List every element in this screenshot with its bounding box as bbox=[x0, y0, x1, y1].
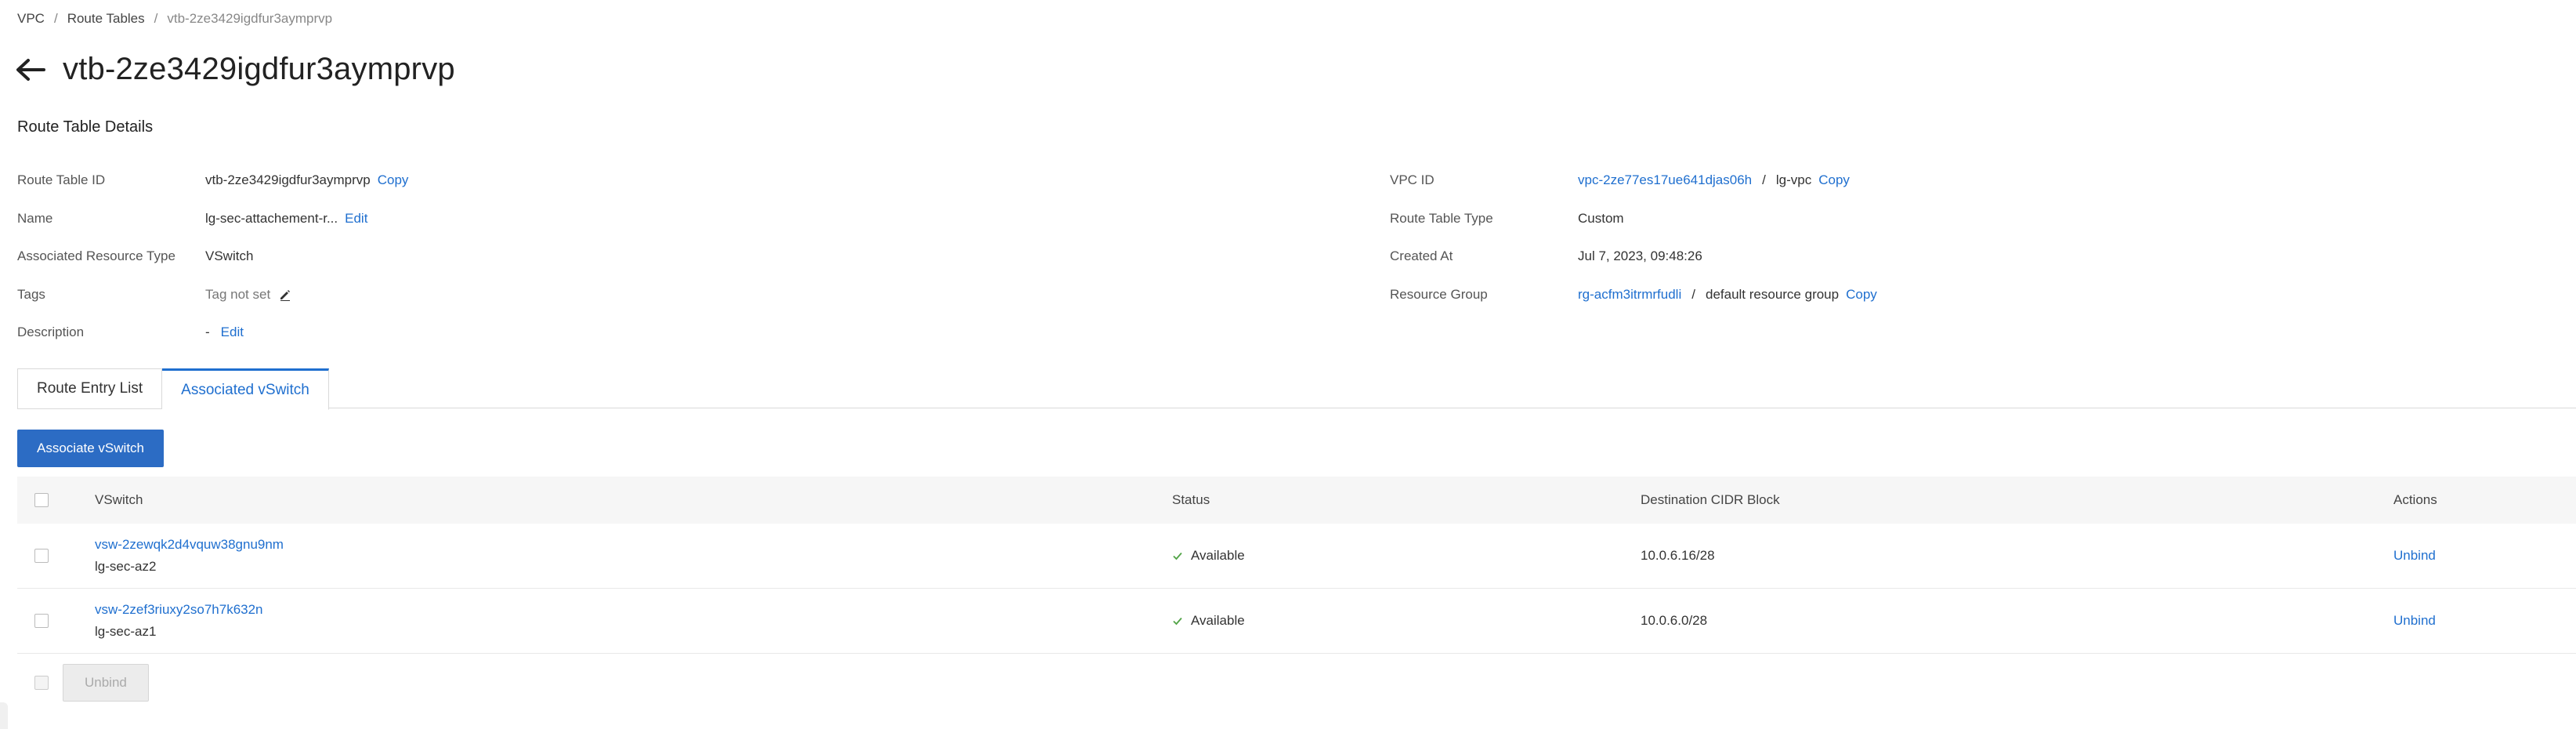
table-header: VSwitch Status Destination CIDR Block Ac… bbox=[17, 477, 2576, 524]
detail-label: Name bbox=[17, 210, 53, 226]
separator: / bbox=[1691, 286, 1695, 302]
tab-associated-vswitch[interactable]: Associated vSwitch bbox=[162, 368, 329, 410]
detail-vpc-id: VPC ID vpc-2ze77es17ue641djas06h / lg-vp… bbox=[1390, 161, 1877, 200]
sidebar-toggle-handle[interactable] bbox=[0, 702, 8, 729]
breadcrumb-vpc[interactable]: VPC bbox=[17, 11, 45, 27]
vpc-id-link[interactable]: vpc-2ze77es17ue641djas06h bbox=[1578, 172, 1752, 188]
detail-name: Name lg-sec-attachement-r... Edit bbox=[17, 200, 408, 238]
row-checkbox[interactable] bbox=[34, 614, 49, 628]
tab-bar: Route Entry List Associated vSwitch bbox=[17, 368, 329, 410]
detail-label: Description bbox=[17, 325, 85, 340]
unbind-link[interactable]: Unbind bbox=[2393, 548, 2436, 564]
detail-label: Created At bbox=[1390, 248, 1453, 264]
resource-group-name: default resource group bbox=[1705, 286, 1840, 302]
description-value: - bbox=[205, 325, 210, 340]
name-value: lg-sec-attachement-r... bbox=[205, 210, 338, 226]
cidr-value: 10.0.6.16/28 bbox=[1641, 548, 1715, 563]
vswitch-id-link[interactable]: vsw-2zewqk2d4vquw38gnu9nm bbox=[95, 537, 284, 553]
check-icon bbox=[1172, 615, 1183, 626]
edit-name-button[interactable]: Edit bbox=[345, 211, 367, 227]
vswitch-name: lg-sec-az1 bbox=[95, 624, 157, 639]
copy-vpc-id-button[interactable]: Copy bbox=[1818, 172, 1850, 188]
resource-group-link[interactable]: rg-acfm3itrmrfudli bbox=[1578, 287, 1681, 303]
tags-value: Tag not set bbox=[205, 286, 271, 302]
detail-resource-group: Resource Group rg-acfm3itrmrfudli / defa… bbox=[1390, 276, 1877, 314]
table-row: vsw-2zewqk2d4vquw38gnu9nm lg-sec-az2 Ava… bbox=[17, 524, 2576, 589]
breadcrumb-separator: / bbox=[154, 11, 158, 26]
details-left: Route Table ID vtb-2ze3429igdfur3aymprvp… bbox=[17, 161, 408, 352]
column-header-status: Status bbox=[1172, 492, 1210, 507]
detail-created-at: Created At Jul 7, 2023, 09:48:26 bbox=[1390, 238, 1877, 276]
detail-label: Associated Resource Type bbox=[17, 248, 175, 264]
vswitch-table: VSwitch Status Destination CIDR Block Ac… bbox=[17, 477, 2576, 654]
vpc-name: lg-vpc bbox=[1775, 172, 1812, 188]
table-footer: Unbind bbox=[17, 663, 149, 702]
separator: / bbox=[1762, 172, 1766, 188]
detail-route-table-type: Route Table Type Custom bbox=[1390, 200, 1877, 238]
status-cell: Available bbox=[1172, 613, 1245, 629]
copy-route-table-id-button[interactable]: Copy bbox=[378, 172, 409, 188]
status-text: Available bbox=[1191, 548, 1245, 563]
vswitch-id-link[interactable]: vsw-2zef3riuxy2so7h7k632n bbox=[95, 602, 263, 618]
title-row: vtb-2ze3429igdfur3aymprvp bbox=[16, 52, 455, 87]
footer-select-checkbox[interactable] bbox=[34, 676, 49, 690]
associate-vswitch-button[interactable]: Associate vSwitch bbox=[17, 430, 164, 467]
status-text: Available bbox=[1191, 613, 1245, 628]
breadcrumb-route-tables[interactable]: Route Tables bbox=[67, 11, 145, 27]
detail-label: Route Table ID bbox=[17, 172, 106, 188]
detail-route-table-id: Route Table ID vtb-2ze3429igdfur3aymprvp… bbox=[17, 161, 408, 200]
detail-label: Resource Group bbox=[1390, 286, 1488, 302]
vswitch-name: lg-sec-az2 bbox=[95, 559, 157, 574]
column-header-cidr: Destination CIDR Block bbox=[1641, 492, 1780, 507]
column-header-actions: Actions bbox=[2393, 492, 2437, 507]
resource-type-value: VSwitch bbox=[205, 248, 254, 264]
column-header-vswitch: VSwitch bbox=[95, 492, 143, 507]
details-right: VPC ID vpc-2ze77es17ue641djas06h / lg-vp… bbox=[1390, 161, 1877, 314]
pencil-icon[interactable] bbox=[278, 288, 292, 302]
breadcrumb-separator: / bbox=[53, 11, 58, 26]
section-title: Route Table Details bbox=[17, 118, 154, 136]
cidr-value: 10.0.6.0/28 bbox=[1641, 613, 1708, 628]
detail-label: VPC ID bbox=[1390, 172, 1435, 188]
breadcrumb-current: vtb-2ze3429igdfur3aymprvp bbox=[167, 11, 333, 26]
check-icon bbox=[1172, 550, 1183, 561]
created-at-value: Jul 7, 2023, 09:48:26 bbox=[1578, 248, 1702, 264]
page-title: vtb-2ze3429igdfur3aymprvp bbox=[63, 52, 455, 86]
detail-label: Tags bbox=[17, 286, 45, 302]
batch-unbind-button[interactable]: Unbind bbox=[63, 664, 149, 702]
breadcrumb: VPC / Route Tables / vtb-2ze3429igdfur3a… bbox=[17, 11, 332, 27]
status-cell: Available bbox=[1172, 548, 1245, 564]
detail-description: Description - Edit bbox=[17, 314, 408, 352]
unbind-link[interactable]: Unbind bbox=[2393, 613, 2436, 629]
detail-resource-type: Associated Resource Type VSwitch bbox=[17, 238, 408, 276]
row-checkbox[interactable] bbox=[34, 549, 49, 563]
route-table-type-value: Custom bbox=[1578, 210, 1624, 226]
route-table-detail-page: VPC / Route Tables / vtb-2ze3429igdfur3a… bbox=[0, 0, 2576, 729]
arrow-left-icon[interactable] bbox=[16, 54, 47, 85]
table-row: vsw-2zef3riuxy2so7h7k632n lg-sec-az1 Ava… bbox=[17, 589, 2576, 654]
edit-description-button[interactable]: Edit bbox=[221, 325, 244, 340]
detail-label: Route Table Type bbox=[1390, 210, 1493, 226]
copy-resource-group-button[interactable]: Copy bbox=[1846, 287, 1877, 303]
select-all-checkbox[interactable] bbox=[34, 493, 49, 507]
detail-tags: Tags Tag not set bbox=[17, 276, 408, 314]
tab-route-entry-list[interactable]: Route Entry List bbox=[17, 368, 163, 409]
route-table-id-value: vtb-2ze3429igdfur3aymprvp bbox=[205, 172, 371, 188]
